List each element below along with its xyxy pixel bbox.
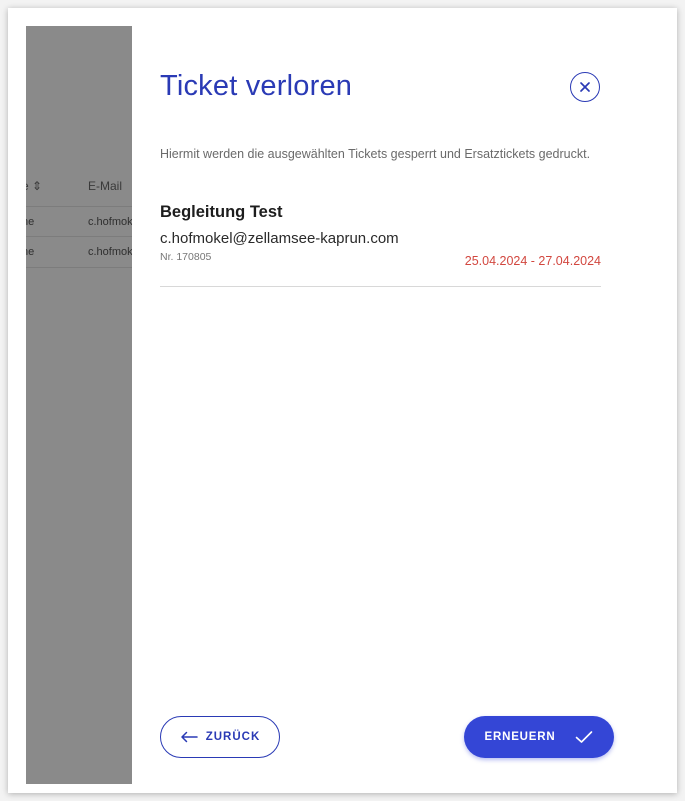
table-cell: c.hofmokel xyxy=(88,246,132,258)
close-icon xyxy=(579,81,591,93)
ticket-date-range: 25.04.2024 - 27.04.2024 xyxy=(464,254,601,268)
ticket-email: c.hofmokel@zellamsee-kaprun.com xyxy=(160,230,399,247)
ticket-item: Begleitung Test c.hofmokel@zellamsee-kap… xyxy=(160,203,601,287)
table-row: he c.hofmokel xyxy=(26,236,132,268)
close-button[interactable] xyxy=(570,72,600,102)
table-header-email: E-Mail xyxy=(88,179,123,193)
dialog-description: Hiermit werden die ausgewählten Tickets … xyxy=(160,147,591,161)
dialog-title: Ticket verloren xyxy=(160,70,353,102)
checkmark-icon xyxy=(575,730,593,744)
back-button[interactable]: ZURÜCK xyxy=(160,716,280,758)
table-cell: c.hofmokel xyxy=(88,216,132,228)
table-header-name: e ⇕ xyxy=(26,179,43,193)
arrow-left-icon xyxy=(180,731,198,743)
ticket-holder-name: Begleitung Test xyxy=(160,203,283,221)
back-button-label: ZURÜCK xyxy=(205,731,261,743)
dimmed-background-table: e ⇕ E-Mail he c.hofmokel he c.hofmokel xyxy=(26,26,132,784)
table-header: e ⇕ E-Mail xyxy=(26,170,132,200)
table-cell: he xyxy=(26,246,35,258)
renew-button[interactable]: ERNEUERN xyxy=(464,716,614,758)
table-cell: he xyxy=(26,216,35,228)
ticket-number: Nr. 170805 xyxy=(160,251,212,263)
table-row: he c.hofmokel xyxy=(26,206,132,237)
renew-button-label: ERNEUERN xyxy=(484,731,556,743)
side-panel-dialog xyxy=(132,26,668,784)
